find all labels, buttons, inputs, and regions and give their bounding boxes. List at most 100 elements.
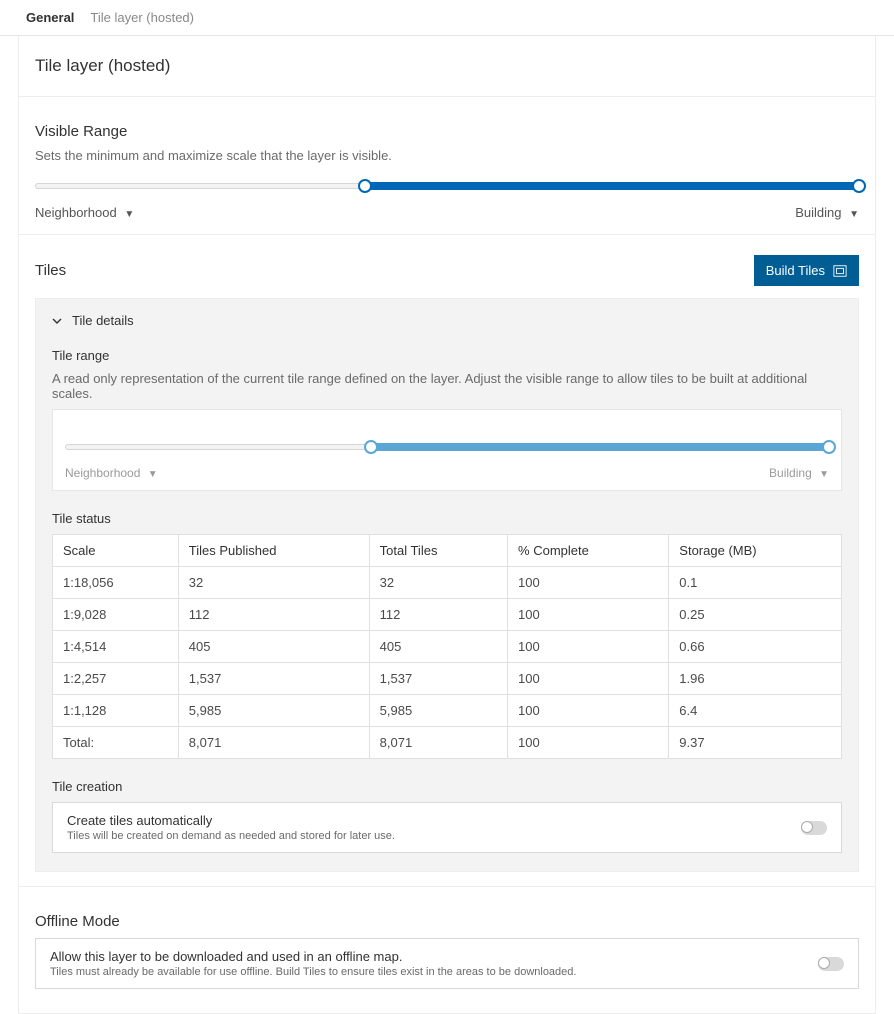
visible-range-max-label: Building [795,205,841,220]
table-cell: 5,985 [369,695,507,727]
visible-range-labels: Neighborhood ▼ Building ▼ [35,205,859,220]
table-cell: 100 [508,631,669,663]
table-cell: 5,985 [178,695,369,727]
tile-range-max-select[interactable]: Building ▼ [769,466,829,480]
title-section: Tile layer (hosted) [19,36,875,96]
tab-tile-layer-label: Tile layer (hosted) [90,10,194,25]
offline-allow-desc: Tiles must already be available for use … [50,966,576,978]
col-complete: % Complete [508,535,669,567]
caret-down-icon: ▼ [849,209,859,220]
table-row: Total:8,0718,0711009.37 [53,727,842,759]
tile-creation-heading: Tile creation [52,779,842,794]
table-cell: 8,071 [178,727,369,759]
tile-range-slider [65,434,829,460]
col-published: Tiles Published [178,535,369,567]
table-cell: 8,071 [369,727,507,759]
table-cell: 1.96 [669,663,842,695]
slider-thumb-max [822,440,836,454]
table-cell: 1:18,056 [53,567,179,599]
table-cell: 1,537 [369,663,507,695]
top-tab-bar: General Tile layer (hosted) [0,0,894,36]
table-cell: 6.4 [669,695,842,727]
table-row: 1:1,1285,9855,9851006.4 [53,695,842,727]
visible-range-section: Visible Range Sets the minimum and maxim… [19,96,875,234]
offline-allow-text: Allow this layer to be downloaded and us… [50,949,576,978]
tab-general[interactable]: General [18,6,82,29]
tile-range-min-select[interactable]: Neighborhood ▼ [65,466,158,480]
col-storage: Storage (MB) [669,535,842,567]
visible-range-heading: Visible Range [35,123,859,140]
offline-heading: Offline Mode [35,913,859,930]
tile-status-heading: Tile status [52,511,842,526]
table-cell: 112 [178,599,369,631]
visible-range-slider[interactable] [35,173,859,199]
tiles-section: Tiles Build Tiles Tile details [19,234,875,886]
caret-down-icon: ▼ [819,469,829,480]
slider-fill [365,182,859,190]
visible-range-min-label: Neighborhood [35,205,117,220]
create-tiles-auto-text: Create tiles automatically Tiles will be… [67,813,395,842]
table-cell: 9.37 [669,727,842,759]
table-cell: 405 [369,631,507,663]
table-cell: 0.1 [669,567,842,599]
table-cell: Total: [53,727,179,759]
create-tiles-auto-toggle[interactable] [801,821,827,835]
slider-fill [371,443,829,451]
table-cell: 100 [508,663,669,695]
table-cell: 0.25 [669,599,842,631]
table-cell: 1:2,257 [53,663,179,695]
tiles-header: Tiles Build Tiles [35,255,859,286]
table-cell: 1:9,028 [53,599,179,631]
col-scale: Scale [53,535,179,567]
build-tiles-button[interactable]: Build Tiles [754,255,859,286]
tile-range-max-label: Building [769,466,812,480]
offline-allow-row: Allow this layer to be downloaded and us… [35,938,859,989]
tiles-heading: Tiles [35,262,66,279]
table-row: 1:18,05632321000.1 [53,567,842,599]
table-cell: 32 [178,567,369,599]
tile-range-box: Neighborhood ▼ Building ▼ [52,409,842,491]
table-header-row: Scale Tiles Published Total Tiles % Comp… [53,535,842,567]
table-cell: 1:1,128 [53,695,179,727]
visible-range-hint: Sets the minimum and maximize scale that… [35,148,859,163]
tile-details-toggle[interactable]: Tile details [52,313,842,328]
table-cell: 100 [508,599,669,631]
slider-thumb-min[interactable] [358,179,372,193]
toggle-knob [801,821,813,833]
offline-allow-toggle[interactable] [818,957,844,971]
table-cell: 100 [508,727,669,759]
tile-details-panel: Tile details Tile range A read only repr… [35,298,859,872]
table-cell: 100 [508,567,669,599]
toggle-knob [818,957,830,969]
tile-range-hint: A read only representation of the curren… [52,371,842,401]
slider-thumb-max[interactable] [852,179,866,193]
visible-range-max-select[interactable]: Building ▼ [795,205,859,220]
chevron-down-icon [52,316,62,326]
table-cell: 100 [508,695,669,727]
create-tiles-auto-desc: Tiles will be created on demand as neede… [67,830,395,842]
tile-details-label: Tile details [72,313,134,328]
table-cell: 1,537 [178,663,369,695]
visible-range-min-select[interactable]: Neighborhood ▼ [35,205,134,220]
content-card: Tile layer (hosted) Visible Range Sets t… [18,36,876,1014]
page-title: Tile layer (hosted) [35,56,859,76]
caret-down-icon: ▼ [148,469,158,480]
offline-section: Offline Mode Allow this layer to be down… [19,886,875,1013]
table-cell: 1:4,514 [53,631,179,663]
table-row: 1:2,2571,5371,5371001.96 [53,663,842,695]
create-tiles-auto-title: Create tiles automatically [67,813,395,828]
build-tiles-label: Build Tiles [766,263,825,278]
tab-tile-layer[interactable]: Tile layer (hosted) [82,6,202,29]
table-cell: 32 [369,567,507,599]
slider-thumb-min [364,440,378,454]
tab-general-label: General [26,10,74,25]
table-cell: 405 [178,631,369,663]
app-frame: General Tile layer (hosted) Tile layer (… [0,0,894,1014]
tile-range-heading: Tile range [52,348,842,363]
tile-range-labels: Neighborhood ▼ Building ▼ [65,466,829,480]
build-tiles-icon [833,264,847,278]
col-total: Total Tiles [369,535,507,567]
table-row: 1:4,5144054051000.66 [53,631,842,663]
caret-down-icon: ▼ [124,209,134,220]
tile-range-min-label: Neighborhood [65,466,140,480]
